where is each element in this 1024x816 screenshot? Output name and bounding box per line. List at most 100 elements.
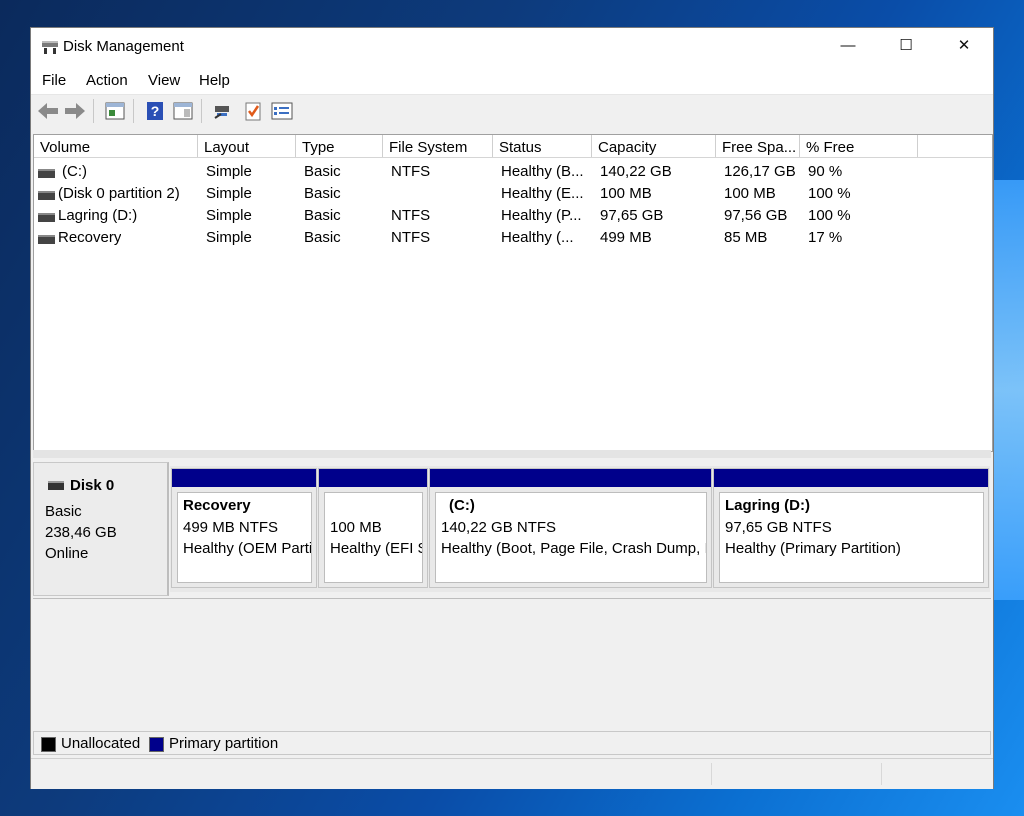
col-free-space[interactable]: Free Spa... — [716, 135, 800, 157]
col-status[interactable]: Status — [493, 135, 592, 157]
forward-icon[interactable] — [64, 100, 86, 122]
menu-view[interactable]: View — [148, 72, 180, 89]
volume-icon — [38, 235, 55, 244]
cell-type: Basic — [304, 163, 341, 180]
disk-size: 238,46 GB — [45, 524, 117, 541]
col-capacity[interactable]: Capacity — [592, 135, 716, 157]
maximize-button[interactable]: ☐ — [877, 28, 935, 66]
disk-0-partitions: Recovery 499 MB NTFS Healthy (OEM Parti … — [170, 466, 990, 592]
cell-capacity: 499 MB — [600, 229, 652, 246]
status-divider — [711, 763, 712, 785]
disk-graphical-view: Disk 0 Basic 238,46 GB Online Recovery 4… — [33, 458, 991, 731]
partition-body: Lagring (D:) 97,65 GB NTFS Healthy (Prim… — [719, 492, 984, 583]
cell-status: Healthy (P... — [501, 207, 582, 224]
disk-management-icon — [42, 41, 58, 54]
cell-free: 85 MB — [724, 229, 768, 246]
partition-d[interactable]: Lagring (D:) 97,65 GB NTFS Healthy (Prim… — [713, 468, 989, 588]
volume-list[interactable]: Volume Layout Type File System Status Ca… — [33, 134, 993, 452]
table-row[interactable]: Lagring (D:) Simple Basic NTFS Healthy (… — [34, 205, 992, 227]
partition-status: Healthy (EFI S — [330, 540, 423, 557]
close-button[interactable]: ✕ — [935, 28, 993, 66]
disk-name: Disk 0 — [70, 477, 115, 494]
partition-name: Lagring (D:) — [725, 497, 810, 514]
partition-name: Recovery — [183, 497, 251, 514]
graphical-empty-area — [33, 598, 991, 731]
legend-unallocated-label: Unallocated — [61, 735, 141, 752]
properties-icon[interactable] — [104, 100, 126, 122]
cell-fs: NTFS — [391, 229, 431, 246]
volume-icon — [38, 213, 55, 222]
cell-layout: Simple — [206, 185, 252, 202]
svg-text:?: ? — [151, 103, 160, 119]
menu-file[interactable]: File — [42, 72, 66, 89]
title-bar: Disk Management — ☐ ✕ — [31, 28, 993, 66]
col-volume[interactable]: Volume — [34, 135, 198, 157]
partition-bar — [714, 469, 988, 487]
cell-layout: Simple — [206, 163, 252, 180]
cell-percent: 100 % — [808, 207, 851, 224]
check-icon[interactable] — [242, 100, 264, 122]
toolbar-separator — [93, 99, 94, 123]
cell-volume: Recovery — [58, 229, 122, 246]
col-type[interactable]: Type — [296, 135, 383, 157]
legend-primary-swatch — [149, 737, 164, 752]
disk-management-window: Disk Management — ☐ ✕ File Action View H… — [30, 27, 994, 789]
list-icon[interactable] — [271, 100, 293, 122]
cell-status: Healthy (B... — [501, 163, 584, 180]
cell-layout: Simple — [206, 207, 252, 224]
partition-size: 100 MB — [330, 519, 382, 536]
cell-free: 100 MB — [724, 185, 776, 202]
volume-icon — [38, 191, 55, 200]
partition-size: 499 MB NTFS — [183, 519, 279, 536]
menu-help[interactable]: Help — [199, 72, 230, 89]
help-icon[interactable]: ? — [144, 100, 166, 122]
menu-bar: File Action View Help — [31, 66, 993, 95]
cell-volume: (C:) — [62, 163, 87, 180]
legend-primary-label: Primary partition — [169, 735, 279, 752]
partition-name: (C:) — [449, 497, 475, 514]
partition-efi[interactable]: 100 MB Healthy (EFI S — [318, 468, 428, 588]
legend-bar: Unallocated Primary partition — [33, 731, 991, 755]
disk-0-label[interactable]: Disk 0 Basic 238,46 GB Online — [33, 462, 169, 596]
partition-bar — [172, 469, 316, 487]
cell-capacity: 140,22 GB — [600, 163, 672, 180]
partition-bar — [319, 469, 427, 487]
col-layout[interactable]: Layout — [198, 135, 296, 157]
partition-c[interactable]: (C:) 140,22 GB NTFS Healthy (Boot, Page … — [429, 468, 712, 588]
col-percent-free[interactable]: % Free — [800, 135, 918, 157]
cell-capacity: 97,65 GB — [600, 207, 664, 224]
volume-list-header: Volume Layout Type File System Status Ca… — [34, 135, 992, 158]
legend-unallocated-swatch — [41, 737, 56, 752]
cell-layout: Simple — [206, 229, 252, 246]
show-hide-icon[interactable] — [172, 100, 194, 122]
cell-percent: 100 % — [808, 185, 851, 202]
connect-icon[interactable] — [212, 100, 234, 122]
table-row[interactable]: (C:) Simple Basic NTFS Healthy (B... 140… — [34, 161, 992, 183]
cell-status: Healthy (... — [501, 229, 574, 246]
cell-volume: Lagring (D:) — [58, 207, 138, 224]
partition-size: 97,65 GB NTFS — [725, 519, 832, 536]
cell-fs: NTFS — [391, 163, 431, 180]
col-file-system[interactable]: File System — [383, 135, 493, 157]
cell-fs: NTFS — [391, 207, 431, 224]
cell-type: Basic — [304, 185, 341, 202]
back-icon[interactable] — [37, 100, 59, 122]
partition-body: (C:) 140,22 GB NTFS Healthy (Boot, Page … — [435, 492, 707, 583]
toolbar-separator — [201, 99, 202, 123]
minimize-button[interactable]: — — [819, 28, 877, 66]
status-divider — [881, 763, 882, 785]
partition-name — [330, 497, 417, 517]
partition-status: Healthy (Primary Partition) — [725, 540, 901, 557]
table-row[interactable]: Recovery Simple Basic NTFS Healthy (... … — [34, 227, 992, 249]
menu-action[interactable]: Action — [86, 72, 128, 89]
cell-type: Basic — [304, 207, 341, 224]
cell-free: 126,17 GB — [724, 163, 796, 180]
disk-type: Basic — [45, 503, 82, 520]
partition-recovery[interactable]: Recovery 499 MB NTFS Healthy (OEM Parti — [171, 468, 317, 588]
toolbar-separator — [133, 99, 134, 123]
cell-type: Basic — [304, 229, 341, 246]
partition-body: 100 MB Healthy (EFI S — [324, 492, 423, 583]
window-title: Disk Management — [63, 38, 184, 55]
table-row[interactable]: (Disk 0 partition 2) Simple Basic Health… — [34, 183, 992, 205]
partition-bar — [430, 469, 711, 487]
